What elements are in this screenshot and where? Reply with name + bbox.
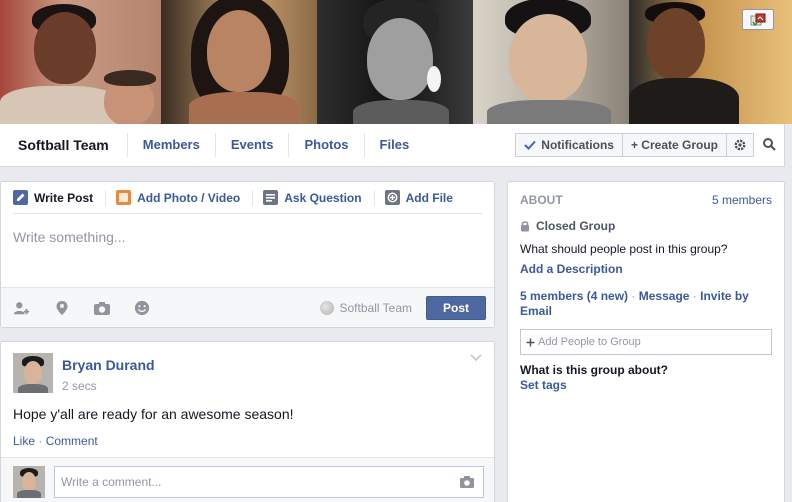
gear-icon [734, 139, 746, 151]
about-header: ABOUT 5 members [520, 193, 772, 207]
members-summary: 5 members (4 new) · Message · Invite by … [520, 289, 772, 319]
separator: · [631, 289, 639, 303]
location-icon[interactable] [53, 300, 71, 316]
audience-selector[interactable]: Softball Team [319, 300, 413, 315]
search-icon[interactable] [762, 137, 776, 151]
create-group-button[interactable]: + Create Group [622, 133, 727, 157]
tab-members[interactable]: Members [128, 133, 216, 157]
about-panel: ABOUT 5 members Closed Group What should… [507, 181, 785, 502]
change-cover-button[interactable] [742, 9, 774, 30]
story-actions: Like · Comment [13, 434, 98, 448]
feed-story: Bryan Durand 2 secs Hope y'all are ready… [0, 341, 495, 502]
camera-icon[interactable] [459, 475, 475, 489]
chevron-down-icon[interactable] [470, 354, 482, 362]
viewer-avatar [13, 466, 45, 498]
post-composer: Write Post Add Photo / Video Ask Questio… [0, 181, 495, 328]
tab-photos[interactable]: Photos [289, 133, 365, 157]
group-topic-prompt: What is this group about? [520, 363, 668, 377]
cover-photo-1 [0, 0, 161, 124]
group-nav: Softball Team Members Events Photos File… [0, 124, 785, 167]
tab-events[interactable]: Events [216, 133, 290, 157]
tab-files[interactable]: Files [365, 133, 425, 157]
set-tags-link[interactable]: Set tags [520, 378, 772, 392]
photo-edit-icon [750, 13, 766, 26]
add-file-icon [384, 190, 400, 205]
comment-input[interactable]: Write a comment... [54, 466, 484, 498]
separator: · [38, 434, 46, 448]
message-link[interactable]: Message [639, 289, 690, 303]
cover-photo-4 [473, 0, 629, 124]
audience-label: Softball Team [339, 300, 413, 315]
write-post-label: Write Post [34, 190, 94, 205]
tab-ask-question[interactable]: Ask Question [263, 189, 375, 206]
pencil-icon [13, 190, 28, 205]
cover-photo-3 [317, 0, 473, 124]
cover-photo[interactable] [0, 0, 792, 124]
author-avatar[interactable] [13, 353, 53, 393]
members-new[interactable]: (4 new) [587, 289, 628, 303]
add-people-input[interactable]: Add People to Group [520, 329, 772, 355]
post-button[interactable]: Post [426, 295, 486, 320]
question-list-icon [263, 190, 279, 205]
about-title: ABOUT [520, 193, 563, 207]
tab-add-photo-video[interactable]: Add Photo / Video [116, 189, 254, 206]
comment-placeholder: Write a comment... [61, 475, 162, 489]
privacy-status: Closed Group [520, 219, 772, 233]
members-link[interactable]: 5 members [520, 289, 583, 303]
like-link[interactable]: Like [13, 434, 35, 448]
author-name[interactable]: Bryan Durand [62, 357, 155, 373]
story-header: Bryan Durand 2 secs [13, 353, 155, 393]
globe-icon [319, 300, 334, 315]
add-people-placeholder: Add People to Group [538, 336, 641, 348]
privacy-label: Closed Group [536, 219, 616, 233]
group-actions: Notifications + Create Group [515, 133, 754, 157]
story-text: Hope y'all are ready for an awesome seas… [13, 406, 294, 422]
lock-icon [521, 221, 529, 232]
camera-icon[interactable] [93, 300, 111, 316]
comment-composer: Write a comment... [1, 457, 494, 502]
notifications-button[interactable]: Notifications [515, 133, 623, 157]
check-icon [524, 140, 537, 150]
composer-tabs: Write Post Add Photo / Video Ask Questio… [13, 182, 482, 214]
group-title[interactable]: Softball Team [0, 133, 128, 157]
composer-tools [13, 300, 151, 316]
add-description-link[interactable]: Add a Description [520, 262, 772, 276]
tag-people-icon[interactable] [13, 300, 31, 316]
comment-link[interactable]: Comment [46, 434, 98, 448]
create-group-label: + Create Group [630, 138, 718, 152]
cover-photo-2 [161, 0, 317, 124]
tab-add-file[interactable]: Add File [384, 190, 465, 206]
tab-write-post[interactable]: Write Post [13, 189, 107, 206]
add-file-label: Add File [405, 190, 453, 205]
ask-question-label: Ask Question [284, 190, 362, 205]
notifications-label: Notifications [541, 138, 614, 152]
plus-icon [526, 338, 535, 346]
photo-icon [116, 190, 132, 205]
settings-button[interactable] [727, 133, 754, 157]
add-photo-video-label: Add Photo / Video [137, 190, 241, 205]
composer-input[interactable]: Write something... [1, 214, 494, 290]
emoticon-icon[interactable] [133, 300, 151, 316]
composer-footer: Softball Team Post [1, 287, 494, 327]
description-prompt: What should people post in this group? [520, 242, 728, 256]
member-count-link[interactable]: 5 members [712, 193, 772, 207]
story-timestamp[interactable]: 2 secs [62, 379, 155, 393]
